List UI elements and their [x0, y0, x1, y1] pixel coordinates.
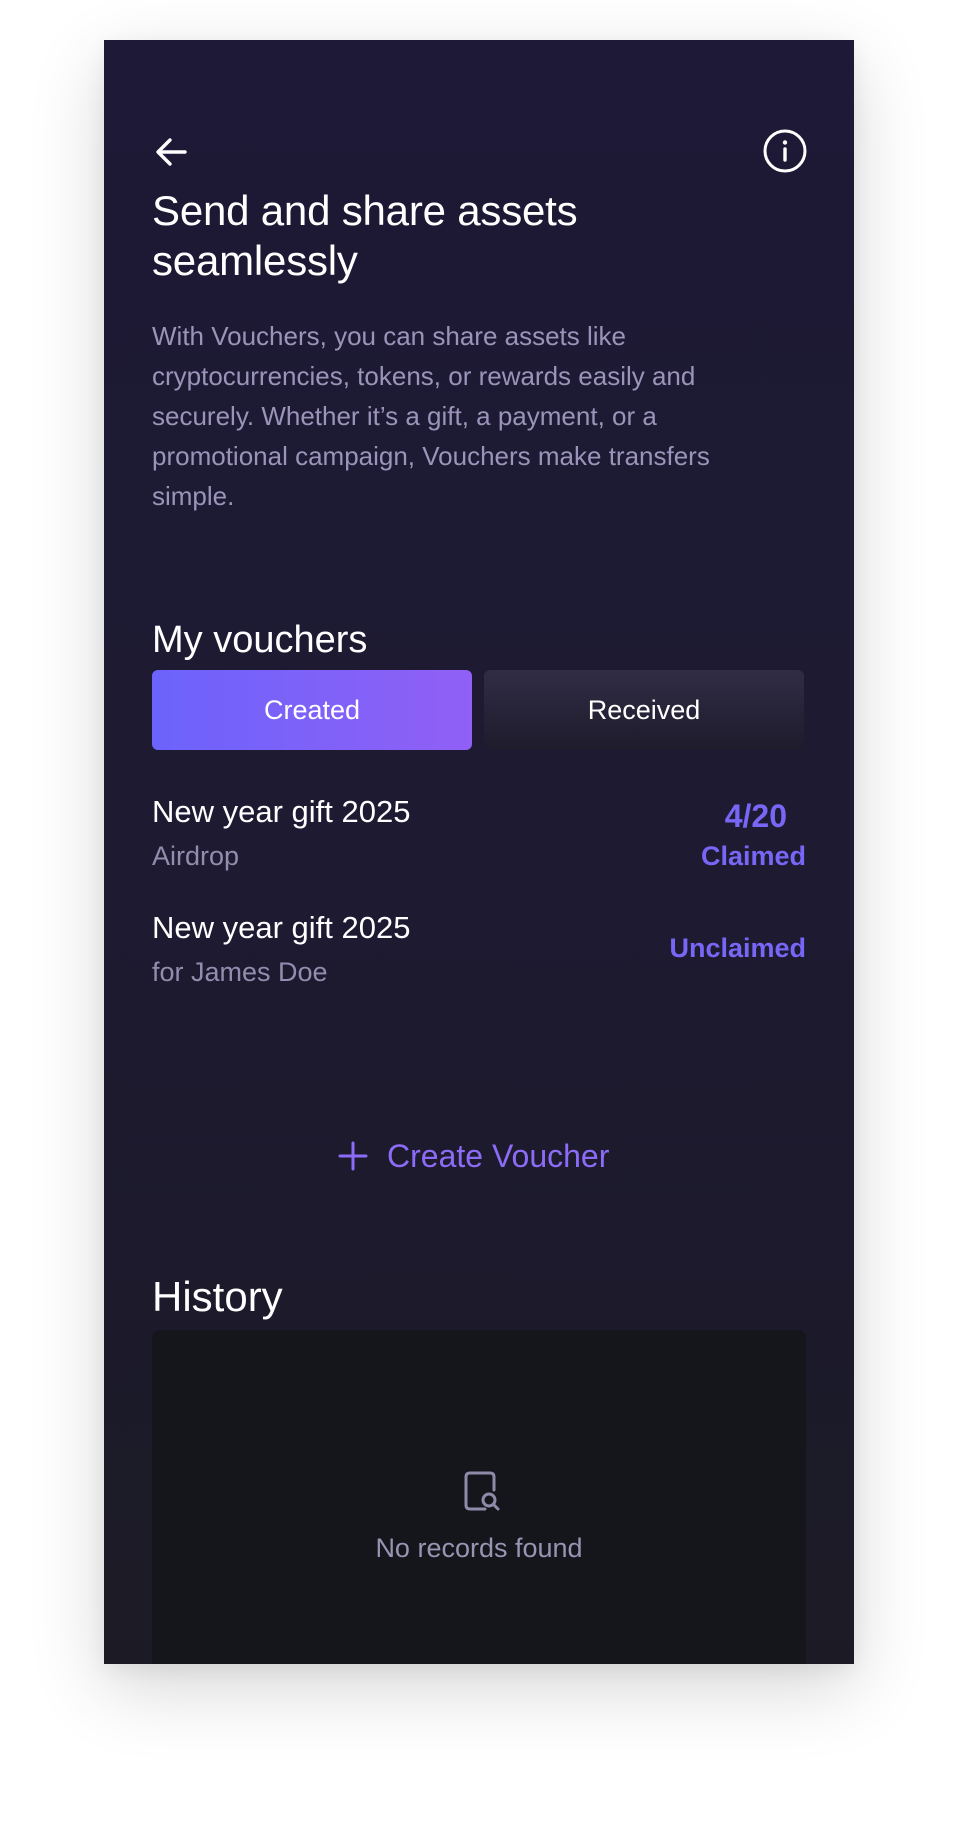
voucher-list-item[interactable]: New year gift 2025 for James Doe Unclaim… [152, 908, 806, 1008]
voucher-screen: Send and share assets seamlessly With Vo… [104, 40, 854, 1664]
tab-received[interactable]: Received [484, 670, 804, 750]
voucher-subtitle: Airdrop [152, 841, 240, 871]
page-title: Send and share assets seamlessly [152, 187, 578, 284]
voucher-list-item[interactable]: New year gift 2025 Airdrop 4/20 Claimed [152, 792, 806, 892]
document-search-icon [464, 1471, 500, 1511]
voucher-name: New year gift 2025 [152, 910, 411, 945]
voucher-name: New year gift 2025 [152, 794, 411, 829]
voucher-subtitle: for James Doe [152, 957, 328, 987]
create-voucher-label: Create Voucher [387, 1138, 610, 1174]
voucher-status: Claimed [700, 841, 806, 871]
plus-icon [338, 1141, 368, 1171]
empty-state-text: No records found [375, 1533, 583, 1563]
my-vouchers-heading: My vouchers [152, 619, 368, 661]
arrow-left-icon [156, 138, 187, 166]
info-button[interactable] [760, 126, 810, 176]
tab-received-label: Received [587, 694, 701, 725]
history-heading: History [152, 1273, 283, 1320]
create-voucher-button[interactable]: Create Voucher [337, 1128, 609, 1184]
back-button[interactable] [148, 128, 196, 176]
info-circle-icon [763, 129, 807, 173]
voucher-status: Unclaimed [669, 933, 806, 963]
history-panel: No records found [152, 1330, 806, 1664]
tab-created-label: Created [263, 694, 361, 725]
tab-created[interactable]: Created [152, 670, 472, 750]
page-description: With Vouchers, you can share assets like… [152, 321, 710, 511]
voucher-claim-count: 4/20 [724, 798, 787, 834]
